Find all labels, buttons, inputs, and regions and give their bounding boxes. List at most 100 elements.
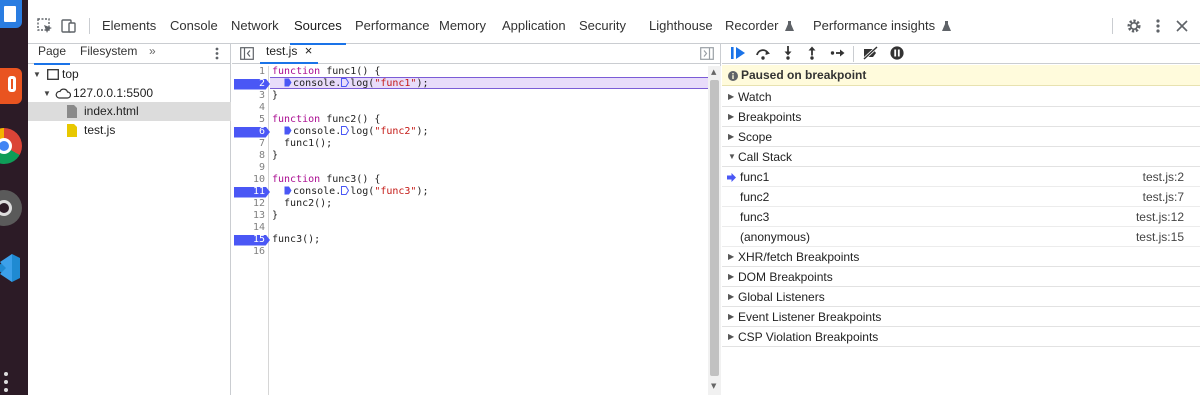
line-number[interactable]: 14: [232, 222, 268, 234]
section-global-listeners[interactable]: ▶ Global Listeners: [722, 287, 1200, 307]
line-number[interactable]: 8: [232, 150, 268, 162]
scrollbar-thumb[interactable]: [710, 80, 719, 376]
pause-on-exceptions-icon[interactable]: [889, 45, 905, 64]
more-vertical-icon[interactable]: [1149, 17, 1167, 35]
collapsed-arrow-icon[interactable]: ▶: [728, 327, 734, 347]
tab-recorder[interactable]: Recorder: [725, 8, 795, 44]
expand-arrow-icon[interactable]: ▼: [43, 84, 51, 103]
step-over-icon[interactable]: [755, 46, 771, 63]
tab-filesystem[interactable]: Filesystem: [80, 44, 137, 64]
dock-apps-grid-icon[interactable]: [4, 372, 12, 392]
collapsed-arrow-icon[interactable]: ▶: [728, 107, 734, 127]
code-line[interactable]: func1();: [272, 138, 332, 150]
dock-vscode-app-icon[interactable]: [0, 250, 22, 286]
expanded-arrow-icon[interactable]: ▼: [728, 147, 736, 167]
inline-breakpoint-icon[interactable]: [284, 186, 292, 195]
toggle-debugger-icon[interactable]: [700, 47, 714, 63]
code-line[interactable]: func3();: [272, 234, 320, 246]
navigator-menu-icon[interactable]: [214, 47, 220, 63]
section-dom-breakpoints[interactable]: ▶ DOM Breakpoints: [722, 267, 1200, 287]
toggle-navigator-icon[interactable]: [240, 47, 254, 63]
tab-close-button[interactable]: ×: [305, 43, 313, 58]
tree-item-index-html[interactable]: index.html: [28, 102, 231, 121]
code-line[interactable]: console. log("func2");: [272, 126, 429, 138]
tab-security[interactable]: Security: [579, 8, 626, 44]
section-csp-violation-breakpoints[interactable]: ▶ CSP Violation Breakpoints: [722, 327, 1200, 347]
section-event-listener-breakpoints[interactable]: ▶ Event Listener Breakpoints: [722, 307, 1200, 327]
close-icon[interactable]: [1173, 17, 1191, 35]
resume-icon[interactable]: [730, 46, 746, 63]
code-line[interactable]: }: [272, 150, 278, 162]
dock-document-app-icon[interactable]: [0, 0, 22, 28]
collapsed-arrow-icon[interactable]: ▶: [728, 307, 734, 327]
scroll-up-arrow-icon[interactable]: ▲: [711, 68, 716, 76]
line-number[interactable]: 12: [232, 198, 268, 210]
inline-breakpoint-icon[interactable]: [284, 126, 292, 135]
code-line[interactable]: console. log("func3");: [272, 186, 429, 198]
line-number[interactable]: 2: [232, 78, 268, 90]
code-line[interactable]: }: [272, 90, 278, 102]
dock-store-app-icon[interactable]: [0, 68, 22, 104]
call-stack-frame[interactable]: func3 test.js:12: [722, 207, 1200, 227]
device-toolbar-icon[interactable]: [60, 17, 78, 35]
expand-arrow-icon[interactable]: ▼: [33, 65, 41, 84]
tab-performance[interactable]: Performance: [355, 8, 429, 44]
line-number[interactable]: 1: [232, 66, 268, 78]
tab-network[interactable]: Network: [231, 8, 279, 44]
line-number[interactable]: 7: [232, 138, 268, 150]
deactivate-breakpoints-icon[interactable]: [862, 45, 880, 63]
section-scope[interactable]: ▶ Scope: [722, 127, 1200, 147]
line-number[interactable]: 4: [232, 102, 268, 114]
vertical-scrollbar[interactable]: ▲ ▼: [708, 66, 721, 395]
tab-lighthouse[interactable]: Lighthouse: [649, 8, 713, 44]
collapsed-arrow-icon[interactable]: ▶: [728, 267, 734, 287]
tab-memory[interactable]: Memory: [439, 8, 486, 44]
tree-item-host[interactable]: ▼ 127.0.0.1:5500: [28, 84, 231, 103]
inline-breakpoint-icon[interactable]: [284, 78, 292, 87]
tab-sources[interactable]: Sources: [290, 8, 346, 45]
line-number[interactable]: 11: [232, 186, 268, 198]
inline-breakpoint-icon[interactable]: [341, 78, 350, 87]
section-call-stack[interactable]: ▼ Call Stack: [722, 147, 1200, 167]
inline-breakpoint-icon[interactable]: [341, 126, 350, 135]
inspect-element-icon[interactable]: [36, 17, 54, 35]
line-number[interactable]: 5: [232, 114, 268, 126]
line-number[interactable]: 16: [232, 246, 268, 258]
line-number-gutter[interactable]: 1 2 3 4 5 6 7 8 9 10 11 12 13 14 15 16: [232, 66, 270, 395]
scroll-down-arrow-icon[interactable]: ▼: [711, 382, 716, 390]
frame-location[interactable]: test.js:7: [1143, 187, 1184, 207]
editor-tab-test-js[interactable]: test.js ×: [260, 43, 319, 64]
collapsed-arrow-icon[interactable]: ▶: [728, 287, 734, 307]
more-tabs-button[interactable]: »: [149, 44, 156, 64]
section-breakpoints[interactable]: ▶ Breakpoints: [722, 107, 1200, 127]
frame-location[interactable]: test.js:15: [1136, 227, 1184, 247]
step-out-icon[interactable]: [806, 46, 818, 63]
tab-console[interactable]: Console: [170, 8, 218, 44]
tab-elements[interactable]: Elements: [102, 8, 156, 44]
call-stack-frame[interactable]: func2 test.js:7: [722, 187, 1200, 207]
call-stack-frame[interactable]: (anonymous) test.js:15: [722, 227, 1200, 247]
frame-location[interactable]: test.js:2: [1143, 167, 1184, 187]
code-line[interactable]: function func2() {: [272, 114, 380, 126]
settings-gear-icon[interactable]: [1125, 17, 1143, 35]
dock-chrome-app-icon[interactable]: [0, 128, 22, 164]
tab-page[interactable]: Page: [33, 44, 71, 65]
dock-settings-app-icon[interactable]: [0, 190, 22, 226]
step-icon[interactable]: [830, 46, 846, 63]
line-number[interactable]: 15: [232, 234, 268, 246]
tree-item-test-js[interactable]: test.js: [28, 121, 231, 140]
tab-performance-insights[interactable]: Performance insights: [813, 8, 951, 44]
section-watch[interactable]: ▶ Watch: [722, 87, 1200, 107]
code-line[interactable]: }: [272, 210, 278, 222]
inline-breakpoint-icon[interactable]: [341, 186, 350, 195]
line-number[interactable]: 13: [232, 210, 268, 222]
frame-location[interactable]: test.js:12: [1136, 207, 1184, 227]
line-number[interactable]: 6: [232, 126, 268, 138]
code-line[interactable]: func2();: [272, 198, 332, 210]
collapsed-arrow-icon[interactable]: ▶: [728, 127, 734, 147]
tab-application[interactable]: Application: [502, 8, 566, 44]
step-into-icon[interactable]: [782, 46, 794, 63]
code-line[interactable]: console. log("func1");: [272, 78, 429, 90]
collapsed-arrow-icon[interactable]: ▶: [728, 87, 734, 107]
code-line[interactable]: function func3() {: [272, 174, 380, 186]
